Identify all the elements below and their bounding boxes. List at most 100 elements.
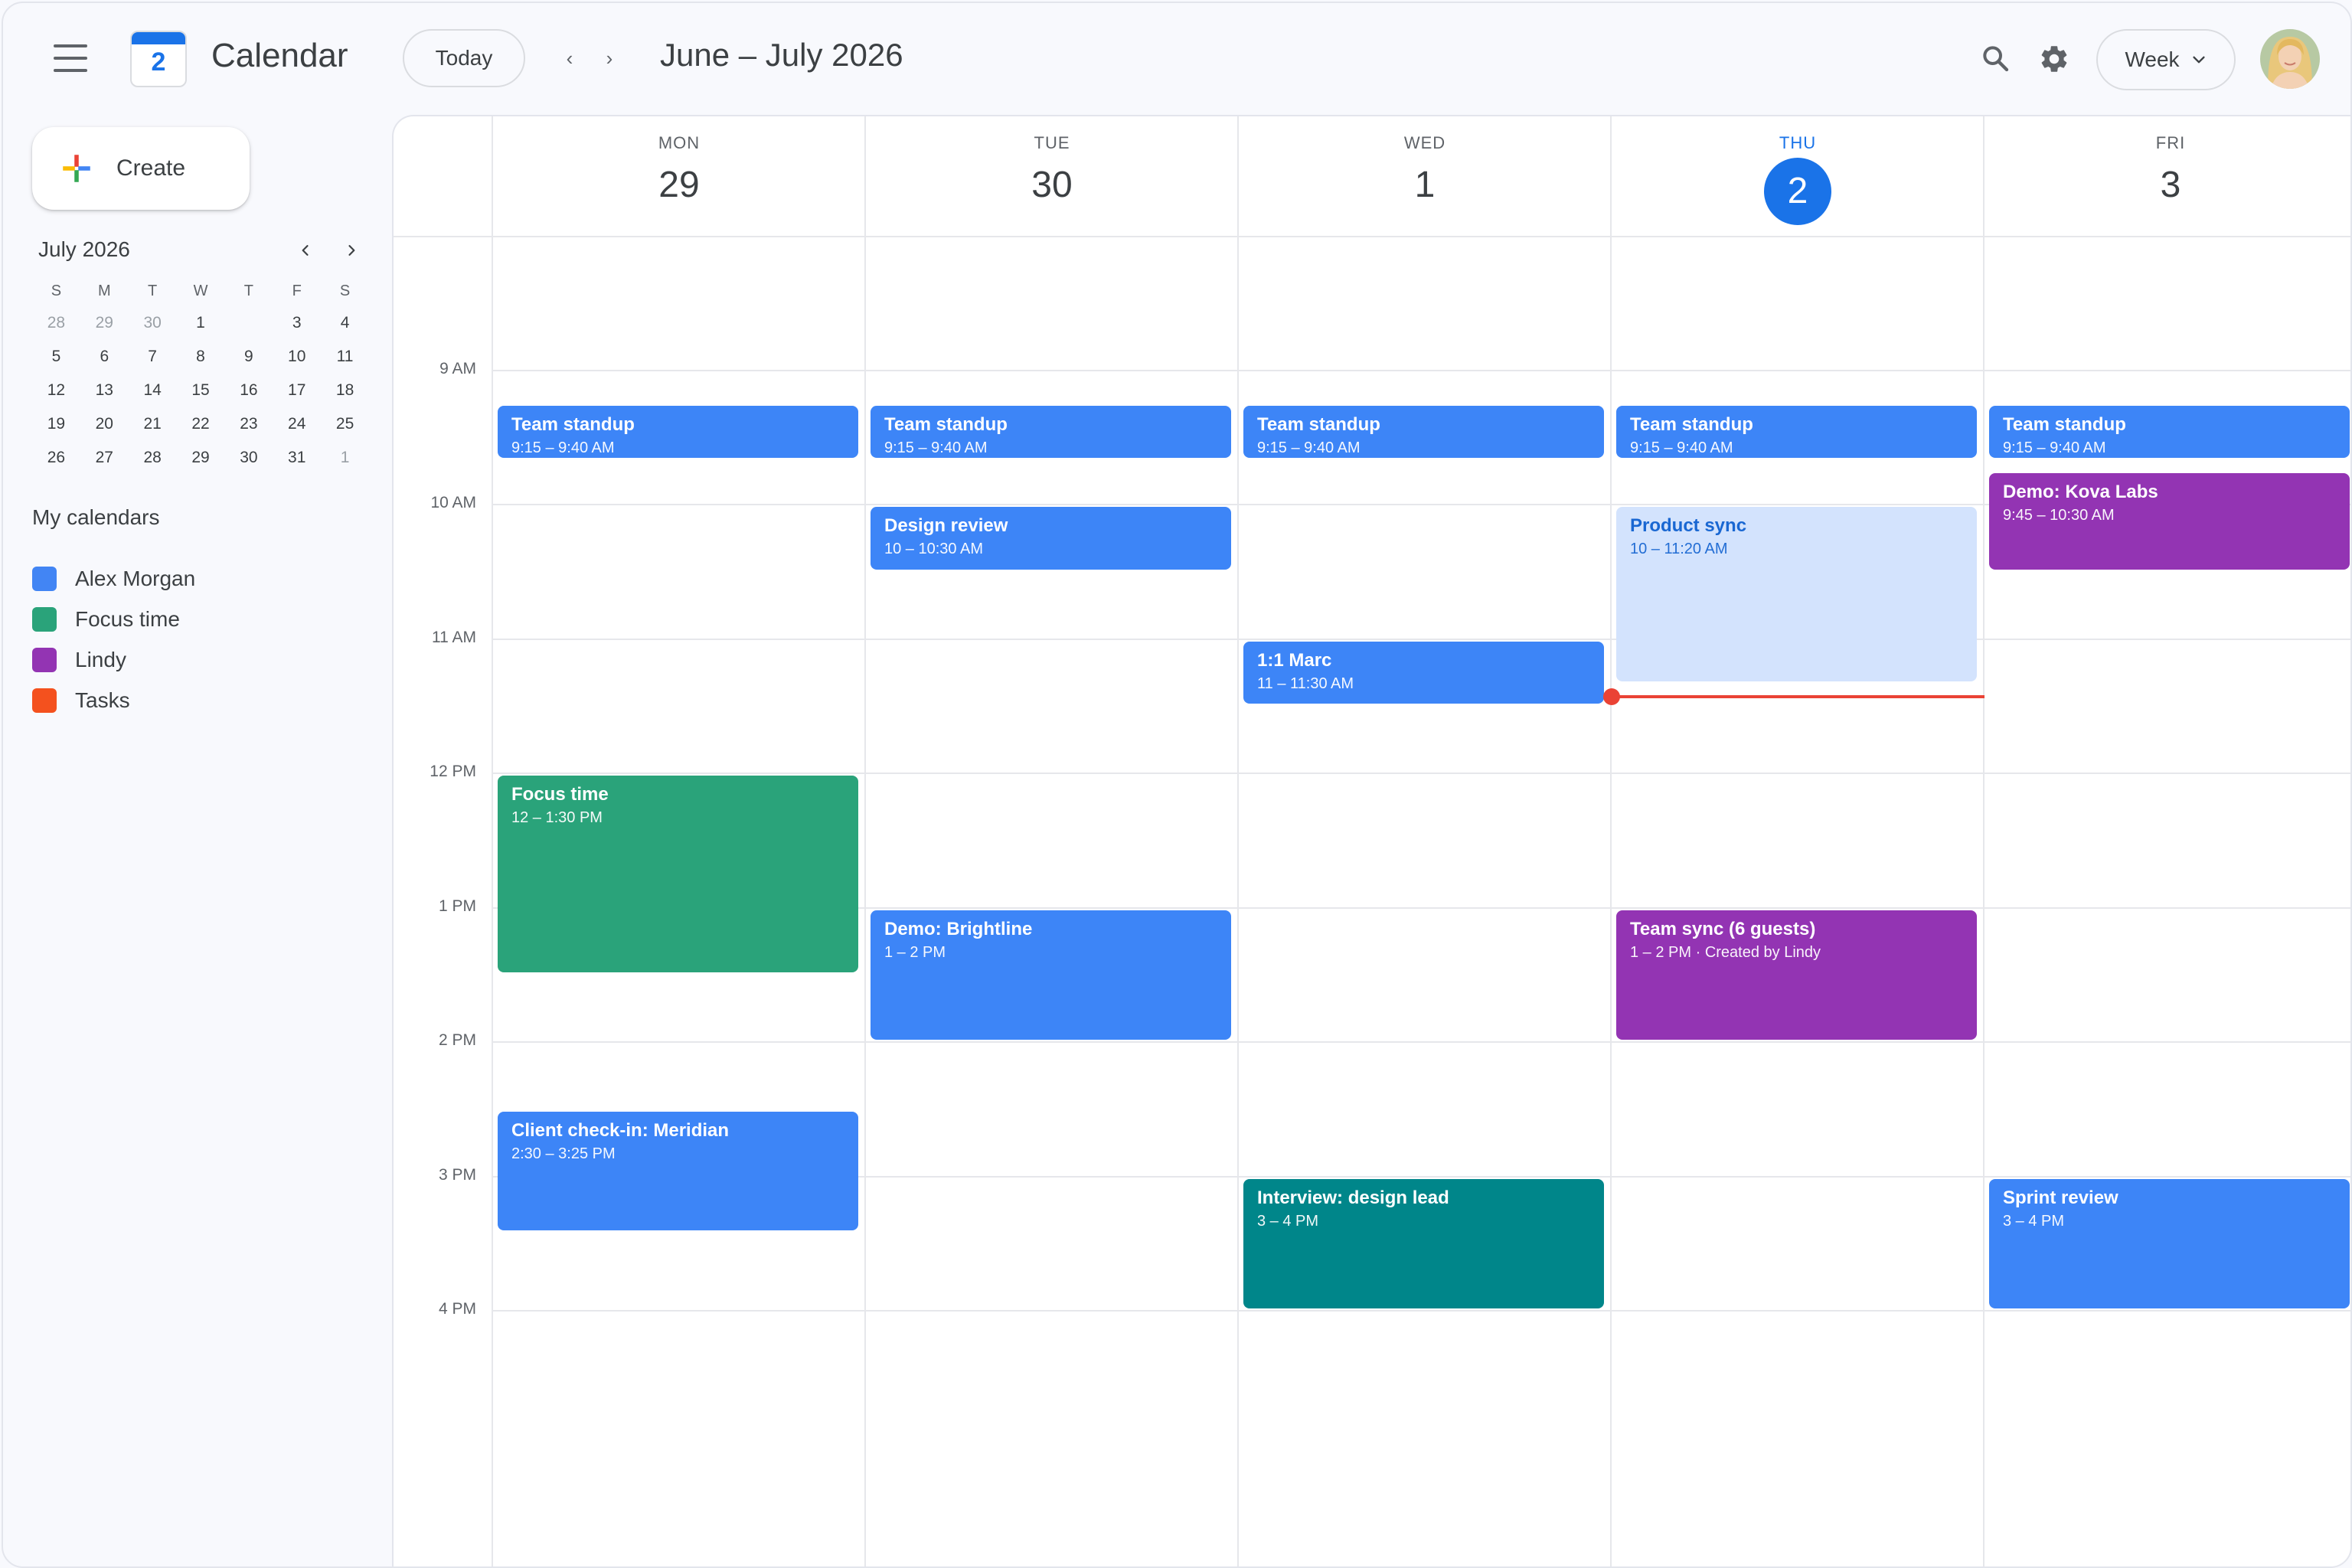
event-block[interactable]: 1:1 Marc 11 – 11:30 AM — [1243, 641, 1604, 704]
day-header-thu[interactable]: THU 2 — [1612, 116, 1984, 236]
date-range-title: June – July 2026 — [660, 37, 903, 73]
hour-gridline — [493, 638, 2350, 640]
event-block[interactable]: Design review 10 – 10:30 AM — [871, 507, 1231, 570]
mini-day[interactable]: 31 — [273, 449, 321, 467]
calendar-window: 2 Calendar Today ‹ › June – July 2026 We… — [2, 2, 2352, 1568]
event-time: 3 – 4 PM — [1257, 1212, 1319, 1230]
gear-icon[interactable] — [2038, 43, 2070, 75]
mini-day[interactable]: 24 — [273, 415, 321, 433]
calendar-item[interactable]: Focus time — [32, 604, 180, 635]
mini-day[interactable]: 28 — [129, 449, 177, 467]
event-time: 12 – 1:30 PM — [511, 809, 603, 826]
event-block[interactable]: Sprint review 3 – 4 PM — [1989, 1178, 2350, 1308]
event-block[interactable]: Interview: design lead 3 – 4 PM — [1243, 1178, 1604, 1308]
mini-next-month-button[interactable] — [338, 237, 364, 263]
mini-day[interactable]: 9 — [224, 348, 273, 366]
event-time: 1 – 2 PM · Created by Lindy — [1630, 943, 1821, 961]
mini-day[interactable]: 14 — [129, 381, 177, 400]
day-weekday: THU — [1779, 133, 1817, 152]
event-block[interactable]: Team standup 9:15 – 9:40 AM — [1989, 406, 2350, 458]
calendar-item[interactable]: Tasks — [32, 685, 130, 716]
event-block[interactable]: Client check-in: Meridian 2:30 – 3:25 PM — [498, 1111, 858, 1231]
day-date[interactable]: 3 — [1984, 164, 2350, 206]
mini-day[interactable]: 23 — [224, 415, 273, 433]
mini-day[interactable]: 27 — [80, 449, 129, 467]
hour-label: 12 PM — [430, 763, 476, 780]
day-column-divider — [1610, 116, 1612, 1566]
today-button[interactable]: Today — [403, 29, 525, 87]
app-title: Calendar — [211, 37, 348, 74]
next-week-button[interactable]: › — [596, 43, 623, 74]
mini-day[interactable]: 20 — [80, 415, 129, 433]
day-header-mon[interactable]: MON 29 — [493, 116, 865, 236]
day-date[interactable]: 2 — [1764, 158, 1831, 225]
event-block[interactable]: Product sync 10 – 11:20 AM — [1616, 507, 1977, 681]
mini-day[interactable]: 22 — [177, 415, 225, 433]
mini-day[interactable]: 11 — [321, 348, 369, 366]
hour-label: 9 AM — [439, 359, 476, 377]
current-time-line — [1612, 694, 1984, 698]
mini-day[interactable]: 28 — [32, 314, 80, 332]
mini-week-row: 28 29 30 1 3 4 — [32, 306, 369, 340]
mini-day[interactable]: 25 — [321, 415, 369, 433]
event-time: 9:45 – 10:30 AM — [2003, 507, 2115, 524]
day-header-fri[interactable]: FRI 3 — [1984, 116, 2350, 236]
event-block[interactable]: Demo: Kova Labs 9:45 – 10:30 AM — [1989, 473, 2350, 570]
event-block[interactable]: Team sync (6 guests) 1 – 2 PM · Created b… — [1616, 910, 1977, 1040]
mini-day[interactable]: 26 — [32, 449, 80, 467]
mini-day[interactable]: 4 — [321, 314, 369, 332]
hour-label: 4 PM — [438, 1300, 476, 1318]
mini-day[interactable]: 30 — [224, 449, 273, 467]
mini-day[interactable]: 29 — [80, 314, 129, 332]
mini-day[interactable]: 1 — [177, 314, 225, 332]
calendar-color-swatch[interactable] — [32, 648, 57, 672]
event-title: Team sync (6 guests) — [1630, 918, 1816, 939]
day-date[interactable]: 29 — [493, 164, 865, 206]
mini-day[interactable]: 19 — [32, 415, 80, 433]
event-title: 1:1 Marc — [1257, 649, 1332, 671]
create-button[interactable]: Create — [32, 127, 250, 210]
event-block[interactable]: Focus time 12 – 1:30 PM — [498, 776, 858, 973]
view-switcher-button[interactable]: Week — [2096, 29, 2236, 90]
calendar-color-swatch[interactable] — [32, 567, 57, 591]
calendar-name: Lindy — [75, 648, 126, 671]
calendar-color-swatch[interactable] — [32, 688, 57, 713]
mini-day[interactable]: 5 — [32, 348, 80, 366]
mini-prev-month-button[interactable] — [292, 237, 318, 263]
mini-day[interactable]: 6 — [80, 348, 129, 366]
event-block[interactable]: Team standup 9:15 – 9:40 AM — [871, 406, 1231, 458]
mini-day[interactable]: 7 — [129, 348, 177, 366]
mini-day[interactable]: 16 — [224, 381, 273, 400]
day-weekday: FRI — [2155, 133, 2186, 152]
day-date[interactable]: 1 — [1239, 164, 1611, 206]
event-block[interactable]: Team standup 9:15 – 9:40 AM — [1243, 406, 1604, 458]
day-header-wed[interactable]: WED 1 — [1239, 116, 1611, 236]
create-button-label: Create — [116, 155, 186, 181]
mini-day[interactable]: 12 — [32, 381, 80, 400]
calendar-color-swatch[interactable] — [32, 607, 57, 632]
mini-day[interactable]: 29 — [177, 449, 225, 467]
search-icon[interactable] — [1980, 43, 2011, 74]
hour-label: 3 PM — [438, 1165, 476, 1184]
menu-icon[interactable] — [54, 44, 87, 72]
mini-day[interactable]: 30 — [129, 314, 177, 332]
mini-day[interactable]: 18 — [321, 381, 369, 400]
mini-day[interactable]: 15 — [177, 381, 225, 400]
day-header-tue[interactable]: TUE 30 — [866, 116, 1238, 236]
mini-day[interactable]: 13 — [80, 381, 129, 400]
prev-week-button[interactable]: ‹ — [556, 43, 583, 74]
calendar-item[interactable]: Lindy — [32, 645, 126, 675]
event-block[interactable]: Demo: Brightline 1 – 2 PM — [871, 910, 1231, 1040]
mini-day[interactable]: 21 — [129, 415, 177, 433]
event-block[interactable]: Team standup 9:15 – 9:40 AM — [1616, 406, 1977, 458]
day-date[interactable]: 30 — [866, 164, 1238, 206]
mini-day[interactable]: 3 — [273, 314, 321, 332]
mini-day[interactable]: 10 — [273, 348, 321, 366]
mini-day[interactable]: 17 — [273, 381, 321, 400]
calendar-item[interactable]: Alex Morgan — [32, 564, 195, 594]
mini-day[interactable]: 8 — [177, 348, 225, 366]
mini-day[interactable]: 1 — [321, 449, 369, 467]
event-block[interactable]: Team standup 9:15 – 9:40 AM — [498, 406, 858, 458]
avatar[interactable] — [2260, 29, 2320, 89]
day-weekday: TUE — [1034, 133, 1070, 152]
